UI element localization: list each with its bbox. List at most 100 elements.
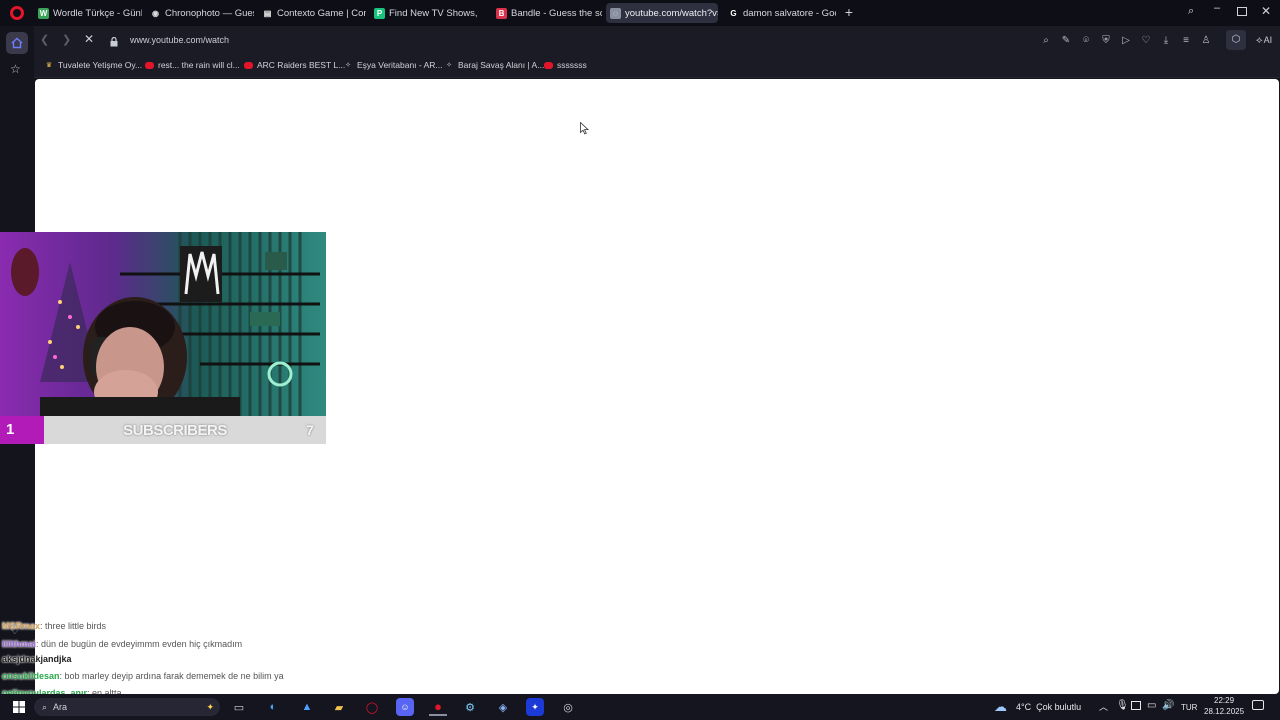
tab-search-icon[interactable]: ⌕ (1188, 5, 1202, 19)
bookmark-label: ARC Raiders BEST L... (257, 60, 346, 70)
bookmark-label: sssssss (557, 60, 587, 70)
tab[interactable]: W Wordle Türkçe - Günlük K (34, 3, 142, 23)
home-icon[interactable] (6, 32, 28, 54)
edge-icon[interactable]: ◐ (264, 698, 282, 716)
extensions-icon[interactable]: ⬡ (1226, 30, 1246, 50)
chat-message: onsukildesan: bob marley deyip ardına fa… (2, 671, 284, 681)
youtube-icon (244, 61, 253, 69)
bookmark-item[interactable]: ✧ Baraj Savaş Alanı | A... (444, 60, 544, 70)
bookmark-label: rest... the rain will cl... (158, 60, 240, 70)
new-tab-button[interactable]: + (842, 5, 856, 19)
opera-icon[interactable]: ● (429, 698, 447, 716)
app-gear-icon[interactable]: ⚙ (461, 698, 479, 716)
search-icon: ⌕ (42, 701, 48, 712)
chat-text: : bob marley deyip ardına farak dememek … (59, 671, 284, 681)
tab[interactable]: ▤ Contexto Game | Contexto (258, 3, 366, 23)
app-icon[interactable]: ▲ (298, 698, 316, 716)
weather-icon[interactable]: ☁ (994, 699, 1007, 715)
chevron-up-icon[interactable]: ︿ (1099, 700, 1108, 713)
chat-username: lilithmai (2, 639, 37, 649)
forward-icon[interactable]: ❯ (62, 33, 74, 47)
tab[interactable]: Gdamon salvatore - Google (724, 3, 836, 23)
tray-app-icon[interactable] (1131, 701, 1141, 710)
chat-message: MSRmax: three little birds (2, 621, 106, 631)
chat-message: lilithmai: dün de bugün de evdeyimmm evd… (2, 639, 242, 649)
chat-username: MSRmax (2, 621, 41, 631)
bookmark-label: Eşya Veritabanı - AR... (357, 60, 443, 70)
opera-logo-icon[interactable] (10, 6, 24, 20)
youtube-icon (145, 61, 154, 69)
minimize-button[interactable]: – (1214, 2, 1226, 20)
tab-label: Chronophoto — Guess the (165, 7, 254, 19)
shield-icon[interactable]: ⛨ (1099, 33, 1113, 47)
obs-icon[interactable]: ◎ (559, 698, 577, 716)
volume-icon[interactable]: 🔊 (1162, 700, 1174, 711)
arc-raiders-icon: ✧ (446, 62, 452, 69)
network-icon[interactable]: ▭ (1147, 700, 1156, 711)
mouse-cursor-icon (580, 121, 590, 140)
clock-time[interactable]: 22:29 (1214, 696, 1234, 705)
chat-text: : dün de bugün de evdeyimmm evden hiç çı… (36, 639, 243, 649)
bookmark-item[interactable]: rest... the rain will cl... (145, 60, 240, 70)
webcam-overlay (0, 232, 326, 416)
url-field[interactable]: www.youtube.com/watch (130, 35, 229, 45)
chat-username: onsukildesan (2, 671, 60, 681)
tab-label: Find New TV Shows, Movi (389, 7, 480, 19)
file-explorer-icon[interactable]: ▰ (330, 698, 348, 716)
tab-label: Bandle - Guess the song, (511, 7, 602, 19)
close-window-button[interactable]: ✕ (1261, 4, 1273, 18)
justwatch-icon: P (374, 7, 385, 19)
microphone-icon[interactable]: 🎙 (1116, 700, 1129, 711)
windows-start-icon[interactable] (10, 698, 28, 716)
bookmark-label: Tuvalete Yetişme Oy... (58, 60, 143, 70)
chat-text: : three little birds (40, 621, 107, 631)
stop-loading-icon[interactable]: ✕ (84, 32, 98, 46)
arc-raiders-icon: ✧ (345, 62, 351, 69)
star-icon[interactable]: ☆ (10, 62, 24, 76)
ai-label: AI (1263, 35, 1273, 45)
sub-label: SUBSCRIBERS (123, 421, 227, 439)
edit-icon[interactable]: ✎ (1059, 33, 1073, 47)
tab[interactable]: B Bandle - Guess the song, (492, 3, 602, 23)
loading-spinner-icon: ◌ (610, 7, 621, 19)
bookmark-label: Baraj Savaş Alanı | A... (458, 60, 545, 70)
search-icon[interactable]: ⌕ (1039, 33, 1053, 47)
clock-date[interactable]: 28.12.2025 (1204, 707, 1244, 716)
tab[interactable]: ◌ youtube.com/watch?v=La (606, 3, 718, 23)
bookmark-item[interactable]: ♛ Tuvalete Yetişme Oy... (44, 60, 142, 70)
download-icon[interactable]: ⤓ (1159, 33, 1173, 47)
bookmark-item[interactable]: ARC Raiders BEST L... (244, 60, 345, 70)
language-indicator[interactable]: TUR (1181, 703, 1197, 712)
wordle-icon: W (38, 7, 49, 19)
trophy-icon: ♛ (45, 62, 53, 69)
back-icon[interactable]: ❮ (40, 33, 52, 47)
task-view-icon[interactable]: ▭ (230, 698, 248, 716)
taskbar-search[interactable]: ⌕ Ara ✦ (34, 698, 220, 716)
aria-ai-button[interactable]: ⟡ AI (1256, 32, 1272, 48)
weather-text[interactable]: 4°C Çok bulutlu (1016, 702, 1081, 712)
notification-icon[interactable] (1252, 700, 1264, 710)
menu-icon[interactable]: ≡ (1179, 33, 1193, 47)
play-icon[interactable]: ▷ (1119, 33, 1133, 47)
battlenet-icon[interactable]: ✦ (526, 698, 544, 716)
discord-icon[interactable]: ☺ (396, 698, 414, 716)
steam-icon[interactable]: ◈ (494, 698, 512, 716)
chat-message: aksjdnakjandjka (2, 654, 72, 664)
tab-label: Contexto Game | Contexto (277, 7, 366, 19)
bookmark-item[interactable]: sssssss (544, 60, 587, 70)
search-label: Ara (53, 702, 68, 712)
snapshot-icon[interactable]: ⌾ (1079, 33, 1093, 47)
tab-strip: W Wordle Türkçe - Günlük K ◉ Chronophoto — … (0, 0, 1280, 26)
sub-left-count: 1 (0, 416, 44, 444)
bookmark-item[interactable]: ✧ Eşya Veritabanı - AR... (343, 60, 443, 70)
maximize-button[interactable] (1237, 7, 1247, 16)
contexto-icon: ▤ (263, 8, 272, 18)
heart-icon[interactable]: ♡ (1139, 33, 1153, 47)
tab[interactable]: P Find New TV Shows, Movi (370, 3, 480, 23)
opera-gx-icon[interactable]: ◯ (363, 698, 381, 716)
tab-label: damon salvatore - Google (743, 7, 836, 19)
bandle-icon: B (496, 7, 507, 19)
profile-icon[interactable]: ♙ (1199, 33, 1213, 47)
tab[interactable]: ◉ Chronophoto — Guess the (146, 3, 254, 23)
tab-label: youtube.com/watch?v=La (625, 7, 718, 19)
